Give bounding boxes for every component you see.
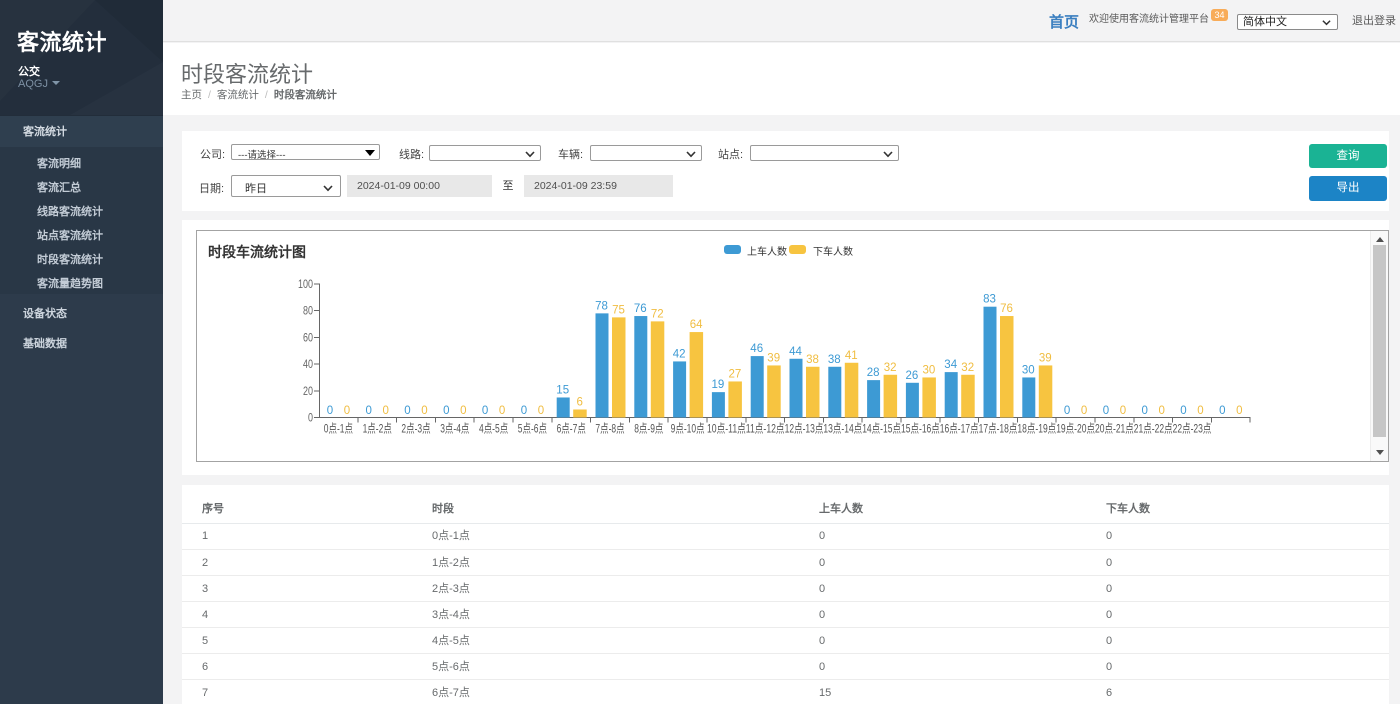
svg-text:0: 0 xyxy=(443,405,449,417)
svg-text:8点-9点: 8点-9点 xyxy=(634,422,663,436)
svg-text:60: 60 xyxy=(303,330,313,344)
svg-text:32: 32 xyxy=(884,362,897,374)
svg-text:0: 0 xyxy=(1197,405,1203,417)
svg-text:0: 0 xyxy=(521,405,527,417)
svg-text:4点-5点: 4点-5点 xyxy=(479,422,508,436)
svg-text:6点-7点: 6点-7点 xyxy=(557,422,586,436)
svg-text:20: 20 xyxy=(303,384,313,398)
svg-text:9点-10点: 9点-10点 xyxy=(671,422,705,436)
svg-text:14点-15点: 14点-15点 xyxy=(862,422,901,436)
svg-text:17点-18点: 17点-18点 xyxy=(979,422,1018,436)
svg-text:39: 39 xyxy=(767,352,780,364)
svg-text:75: 75 xyxy=(612,304,625,316)
svg-text:15: 15 xyxy=(556,384,569,396)
svg-text:0: 0 xyxy=(538,405,544,417)
svg-text:100: 100 xyxy=(298,277,313,291)
svg-text:11点-12点: 11点-12点 xyxy=(746,422,785,436)
svg-text:34: 34 xyxy=(944,359,957,371)
svg-text:28: 28 xyxy=(867,367,880,379)
svg-text:1点-2点: 1点-2点 xyxy=(363,422,392,436)
svg-text:39: 39 xyxy=(1039,352,1052,364)
svg-text:15点-16点: 15点-16点 xyxy=(901,422,940,436)
svg-text:0: 0 xyxy=(327,405,333,417)
svg-text:44: 44 xyxy=(789,346,802,358)
svg-text:80: 80 xyxy=(303,304,313,318)
svg-text:13点-14点: 13点-14点 xyxy=(823,422,862,436)
svg-text:0: 0 xyxy=(344,405,350,417)
svg-text:0: 0 xyxy=(1236,405,1242,417)
svg-text:2点-3点: 2点-3点 xyxy=(401,422,430,436)
svg-text:0: 0 xyxy=(1081,405,1087,417)
svg-text:0: 0 xyxy=(308,411,313,425)
svg-text:72: 72 xyxy=(651,308,664,320)
svg-text:40: 40 xyxy=(303,357,313,371)
svg-text:78: 78 xyxy=(595,300,608,312)
svg-text:38: 38 xyxy=(806,354,819,366)
svg-text:0: 0 xyxy=(1180,405,1186,417)
svg-text:83: 83 xyxy=(983,294,996,306)
svg-text:18点-19点: 18点-19点 xyxy=(1017,422,1056,436)
svg-text:0: 0 xyxy=(1103,405,1109,417)
svg-text:30: 30 xyxy=(1022,364,1035,376)
svg-text:26: 26 xyxy=(906,370,919,382)
svg-text:3点-4点: 3点-4点 xyxy=(440,422,469,436)
svg-text:27: 27 xyxy=(729,368,742,380)
svg-text:12点-13点: 12点-13点 xyxy=(785,422,824,436)
svg-text:30: 30 xyxy=(923,364,936,376)
svg-text:19点-20点: 19点-20点 xyxy=(1056,422,1095,436)
svg-text:20点-21点: 20点-21点 xyxy=(1095,422,1134,436)
svg-text:6: 6 xyxy=(576,396,582,408)
svg-text:0: 0 xyxy=(382,405,388,417)
svg-text:46: 46 xyxy=(750,343,763,355)
svg-text:32: 32 xyxy=(961,362,974,374)
svg-text:7点-8点: 7点-8点 xyxy=(595,422,624,436)
svg-text:64: 64 xyxy=(690,319,703,331)
svg-text:0: 0 xyxy=(1120,405,1126,417)
svg-text:19: 19 xyxy=(712,379,725,391)
svg-text:16点-17点: 16点-17点 xyxy=(940,422,979,436)
svg-text:0点-1点: 0点-1点 xyxy=(324,422,353,436)
svg-text:42: 42 xyxy=(673,348,686,360)
svg-text:0: 0 xyxy=(1158,405,1164,417)
svg-text:0: 0 xyxy=(1219,405,1225,417)
svg-text:0: 0 xyxy=(365,405,371,417)
svg-text:0: 0 xyxy=(499,405,505,417)
svg-text:5点-6点: 5点-6点 xyxy=(518,422,547,436)
svg-text:21点-22点: 21点-22点 xyxy=(1134,422,1173,436)
svg-text:0: 0 xyxy=(482,405,488,417)
svg-text:76: 76 xyxy=(634,303,647,315)
svg-text:0: 0 xyxy=(1141,405,1147,417)
svg-text:10点-11点: 10点-11点 xyxy=(707,422,746,436)
svg-text:0: 0 xyxy=(460,405,466,417)
svg-text:41: 41 xyxy=(845,350,858,362)
svg-text:76: 76 xyxy=(1000,303,1013,315)
svg-text:38: 38 xyxy=(828,354,841,366)
svg-text:0: 0 xyxy=(1064,405,1070,417)
svg-text:0: 0 xyxy=(404,405,410,417)
svg-text:22点-23点: 22点-23点 xyxy=(1173,422,1212,436)
svg-text:0: 0 xyxy=(421,405,427,417)
